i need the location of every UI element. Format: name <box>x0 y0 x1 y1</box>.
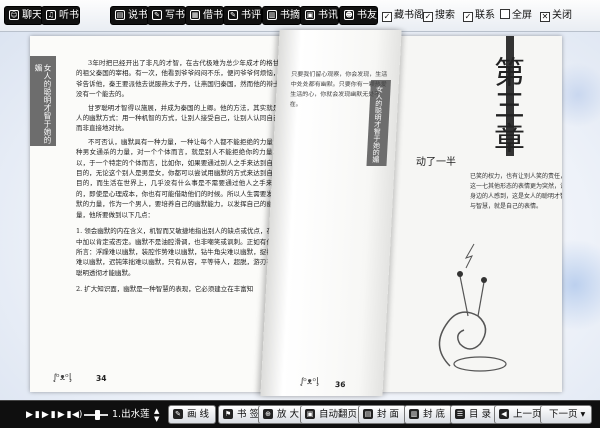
zoom-in-icon: ⊕ <box>263 409 273 419</box>
news-icon: ▣ <box>305 10 315 20</box>
paragraph: 甘罗聪明才智得以施展，并成为秦国的上卿。他的方法，其实就是女人的幽默方式：用一种… <box>76 103 286 133</box>
page-body-text: 只要我们留心观察，你会发现，生活中处处都有幽默。只要你有一颗热爱生活的心，你就会… <box>289 71 388 108</box>
page-curl[interactable]: 女人的聪明才智于她的媚 只要我们留心观察，你会发现，生活中处处都有幽默。只要你有… <box>260 30 402 396</box>
chat-icon: ☺ <box>9 10 19 20</box>
headphone-icon: ♫ <box>46 10 56 20</box>
book-review-button[interactable]: ✎ 书评 <box>223 6 262 25</box>
chat-button[interactable]: ☺ 聊天 <box>4 6 43 25</box>
list-item: 1. 领会幽默的内在含义，机智而又敏捷地指出别人的缺点或优点，在微笑中加以肯定或… <box>76 227 286 277</box>
list-item: 2. 扩大知识面，幽默是一种智慧的表现，它必须建立在丰富知 <box>76 285 254 294</box>
book-excerpt-button[interactable]: ▥ 书摘 <box>262 6 301 25</box>
page-number: 36 <box>334 380 346 389</box>
paragraph: 3年时把已经开出了非凡的才智，在古代极难为总少年成才的格甘罗的祖父秦国的宰相。有… <box>76 59 286 99</box>
paragraph: 不可否认，幽默具有一种力量，一种让每个人都不能拒绝的力量，一种男女通杀的力量，对… <box>76 137 286 219</box>
contents-button[interactable]: ☰ 目 录 <box>450 405 499 424</box>
prev-page-icon: ◀ <box>499 409 509 419</box>
page-body-text: 已笑的权力，也有让别人笑的责任，这一七其他形态的表情更为突然，让身边的人感到，这… <box>470 173 562 210</box>
borrow-book-button[interactable]: ▦ 借书 <box>185 6 224 25</box>
contact-checkbox-icon: ✓ <box>463 12 473 22</box>
page-body-text: 3年时把已经开出了非凡的才智，在古代极难为总少年成才的格甘罗的祖父秦国的宰相。有… <box>76 58 286 298</box>
fullscreen-toggle[interactable]: 全屏 <box>500 7 532 24</box>
pen-icon: ✎ <box>152 10 162 20</box>
page-side-tab: 女人的聪明才智于她的媚 <box>30 56 56 146</box>
auto-flip-button[interactable]: ▣ 自动翻页 <box>300 405 365 424</box>
left-page[interactable]: 女人的聪明才智于她的媚 3年时把已经开出了非凡的才智，在古代极难为总少年成才的格… <box>30 36 292 392</box>
page-number: 34 <box>96 374 107 383</box>
chapter-subtitle: 动了一半 <box>416 157 456 168</box>
volume-knob[interactable] <box>95 410 101 420</box>
write-book-button[interactable]: ✎ 写书 <box>147 6 186 25</box>
song-title: 1.出水莲 <box>112 409 150 420</box>
media-controls[interactable]: ▶▮▶▮▶▮ <box>26 409 74 421</box>
top-toolbar: ☺ 聊天 ♫ 听书 ▤ 说书 ✎ 写书 ▦ 借书 ✎ 书评 ▥ 书摘 ▣ 书讯 ☻ 书友 ✓ 藏书阁… <box>0 0 600 32</box>
song-selector-icon[interactable]: ▲ ▼ <box>154 407 159 423</box>
bottom-toolbar: ▶▮▶▮▶▮ ◀) 1.出水莲 ▲ ▼ ✎ 画 线 ⚑ 书 签 ⊕ 放 大 ▣ 自动翻页 … <box>0 400 600 428</box>
close-button[interactable]: ✕ 关闭 <box>540 7 572 24</box>
listen-book-button[interactable]: ♫ 听书 <box>41 6 80 25</box>
next-page-icon: ▾ <box>577 409 586 420</box>
close-icon: ✕ <box>540 12 550 22</box>
back-cover-button[interactable]: ▥ 封 底 <box>404 405 453 424</box>
library-checkbox-icon: ✓ <box>382 12 392 22</box>
tell-book-button[interactable]: ▤ 说书 <box>110 6 149 25</box>
back-cover-icon: ▥ <box>409 409 419 419</box>
cover-button[interactable]: ▤ 封 面 <box>358 405 407 424</box>
book-friends-button[interactable]: ☻ 书友 <box>339 6 378 25</box>
speak-icon: ▤ <box>115 10 125 20</box>
speaker-icon[interactable]: ◀) <box>72 408 82 422</box>
draw-line-icon: ✎ <box>173 409 183 419</box>
cover-icon: ▤ <box>363 409 373 419</box>
bookmark-icon: ⚑ <box>223 409 233 419</box>
contact-toggle[interactable]: ✓ 联系 <box>463 7 495 24</box>
excerpt-icon: ▥ <box>267 10 277 20</box>
contents-icon: ☰ <box>455 409 465 419</box>
chapter-title: 第三章 <box>488 56 524 155</box>
book-news-button[interactable]: ▣ 书讯 <box>300 6 339 25</box>
library-toggle[interactable]: ✓ 藏书阁 <box>382 7 424 24</box>
fullscreen-checkbox-icon <box>500 9 510 19</box>
hippo-illustration-icon: ᶘᵒᴥᵒᶅ <box>54 373 72 383</box>
auto-flip-icon: ▣ <box>305 409 315 419</box>
hippo-illustration-icon: ᶘᵒᴥᵒᶅ <box>300 377 319 387</box>
friends-icon: ☻ <box>344 10 354 20</box>
search-toggle[interactable]: ✓ 搜索 <box>423 7 455 24</box>
borrow-book-icon: ▦ <box>190 10 200 20</box>
next-page-button[interactable]: 下一页 ▾ <box>540 405 593 424</box>
review-icon: ✎ <box>228 10 238 20</box>
snail-illustration-icon <box>438 243 507 372</box>
draw-line-button[interactable]: ✎ 画 线 <box>168 405 217 424</box>
search-checkbox-icon: ✓ <box>423 12 433 22</box>
zoom-in-button[interactable]: ⊕ 放 大 <box>258 405 307 424</box>
